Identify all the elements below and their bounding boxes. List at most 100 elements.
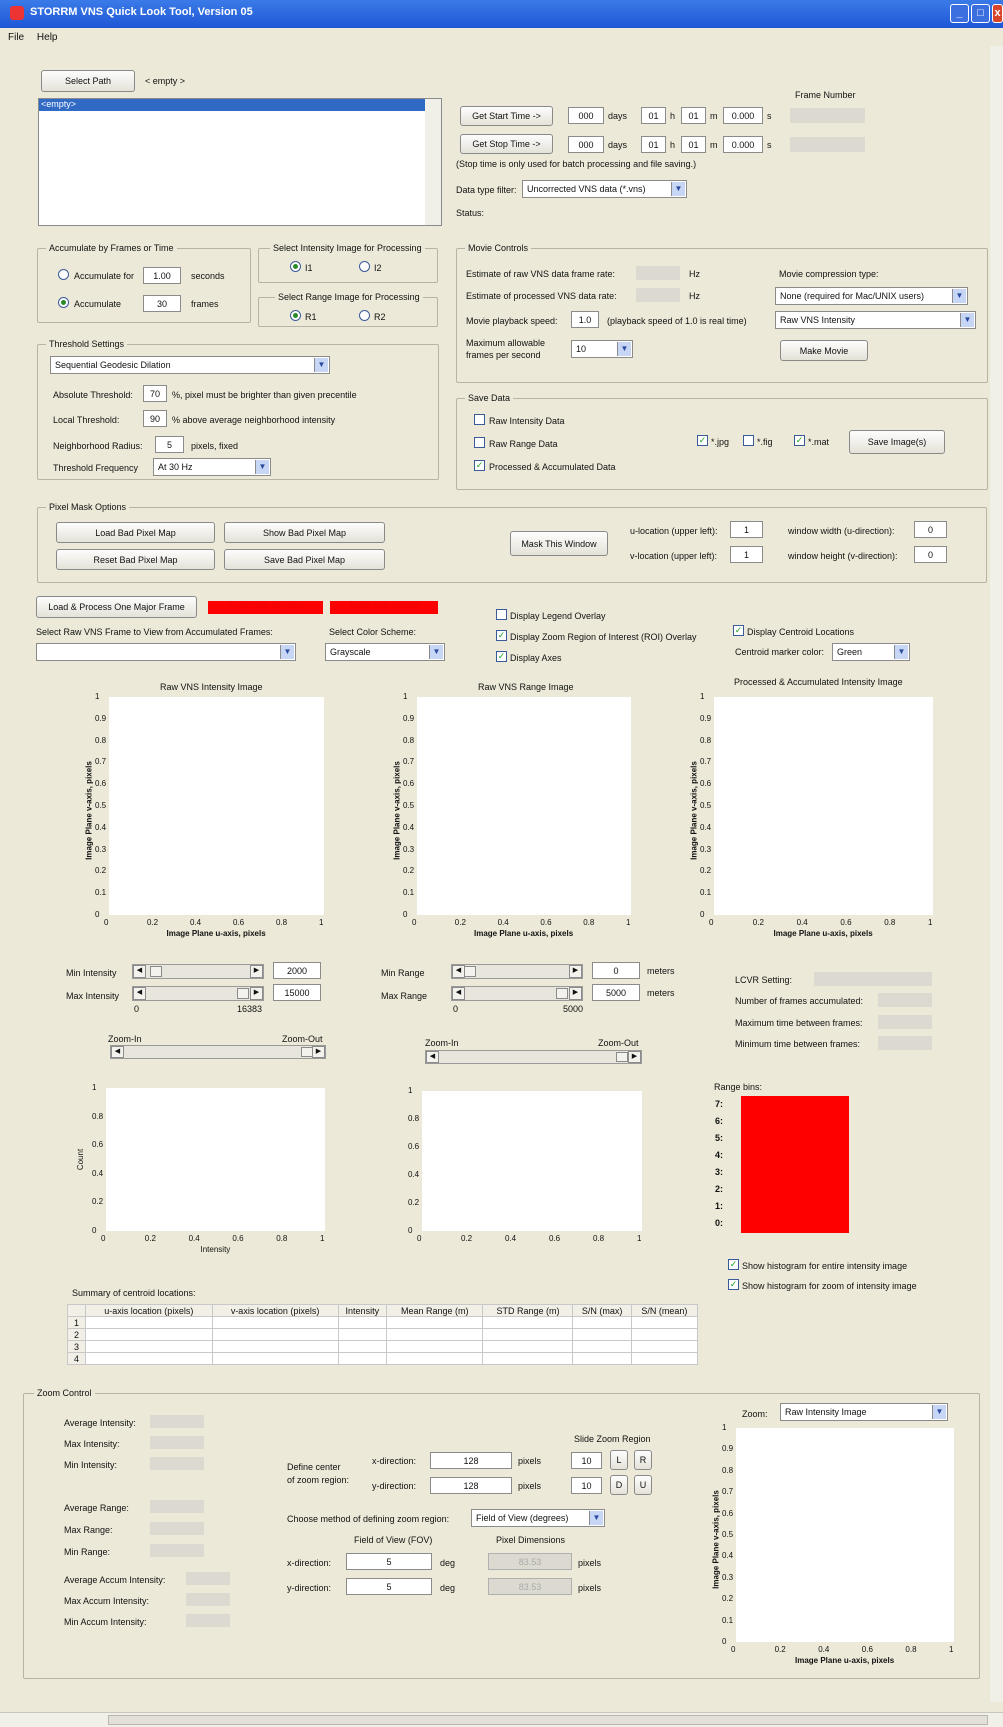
slider-left-arrow[interactable]: ◀: [452, 987, 465, 1000]
load-bad-pixel-map-button[interactable]: Load Bad Pixel Map: [56, 522, 215, 543]
table-cell[interactable]: [211, 1352, 339, 1365]
make-movie-button[interactable]: Make Movie: [780, 340, 868, 361]
range-zoom-slider[interactable]: ◀ ▶: [425, 1050, 642, 1064]
table-cell[interactable]: [211, 1328, 339, 1341]
table-row[interactable]: 3: [67, 1340, 699, 1353]
table-cell[interactable]: [337, 1340, 388, 1353]
max-intensity-slider[interactable]: ◀ ▶: [132, 986, 264, 1001]
start-minutes-input[interactable]: 01: [681, 107, 706, 124]
slider-thumb[interactable]: [237, 988, 249, 999]
playback-speed-input[interactable]: 1.0: [571, 311, 599, 328]
table-cell[interactable]: [482, 1316, 574, 1329]
slide-up-button[interactable]: U: [634, 1475, 652, 1495]
min-intensity-input[interactable]: 2000: [273, 962, 321, 979]
table-cell[interactable]: [482, 1328, 574, 1341]
select-path-button[interactable]: Select Path: [41, 70, 135, 92]
menu-help[interactable]: Help: [37, 32, 58, 43]
table-row[interactable]: 4: [67, 1352, 699, 1365]
mat-checkbox[interactable]: ✓: [794, 435, 805, 446]
zoom-image-plot[interactable]: [736, 1428, 954, 1642]
mask-this-window-button[interactable]: Mask This Window: [510, 531, 608, 556]
max-range-input[interactable]: 5000: [592, 984, 640, 1001]
table-cell[interactable]: [386, 1340, 484, 1353]
slider-left-arrow[interactable]: ◀: [133, 965, 146, 978]
min-intensity-slider[interactable]: ◀ ▶: [132, 964, 264, 979]
slider-right-arrow[interactable]: ▶: [250, 965, 263, 978]
file-list[interactable]: <empty>: [38, 98, 442, 226]
start-hours-input[interactable]: 01: [641, 107, 666, 124]
u-location-input[interactable]: 1: [730, 521, 763, 538]
slider-right-arrow[interactable]: ▶: [569, 987, 582, 1000]
table-cell[interactable]: [85, 1316, 213, 1329]
get-start-time-button[interactable]: Get Start Time ->: [460, 106, 553, 126]
absolute-threshold-input[interactable]: 70: [143, 385, 167, 402]
max-fps-dropdown[interactable]: 10 ▼: [571, 340, 633, 358]
fig-checkbox[interactable]: [743, 435, 754, 446]
table-cell[interactable]: [482, 1352, 574, 1365]
table-cell[interactable]: [211, 1316, 339, 1329]
start-seconds-input[interactable]: 0.000: [723, 107, 763, 124]
zoom-target-dropdown[interactable]: Raw Intensity Image ▼: [780, 1403, 948, 1421]
slider-right-arrow[interactable]: ▶: [250, 987, 263, 1000]
table-row[interactable]: 2: [67, 1328, 699, 1341]
load-process-frame-button[interactable]: Load & Process One Major Frame: [36, 596, 197, 618]
slider-right-arrow[interactable]: ▶: [312, 1046, 325, 1058]
minimize-icon[interactable]: _: [950, 4, 969, 23]
slider-thumb[interactable]: [464, 966, 476, 977]
jpg-checkbox[interactable]: ✓: [697, 435, 708, 446]
table-cell[interactable]: [85, 1352, 213, 1365]
histogram-zoom-checkbox[interactable]: ✓: [728, 1279, 739, 1290]
range-histogram-plot[interactable]: [422, 1091, 642, 1231]
accumulate-frames-input[interactable]: 30: [143, 295, 181, 312]
range-image-plot[interactable]: [417, 697, 631, 915]
list-item[interactable]: <empty>: [39, 99, 425, 111]
histogram-entire-checkbox[interactable]: ✓: [728, 1259, 739, 1270]
table-cell[interactable]: [572, 1340, 632, 1353]
start-days-input[interactable]: 000: [568, 107, 604, 124]
save-images-button[interactable]: Save Image(s): [849, 430, 945, 454]
centroid-summary-table[interactable]: u-axis location (pixels) v-axis location …: [67, 1304, 699, 1365]
threshold-method-dropdown[interactable]: Sequential Geodesic Dilation ▼: [50, 356, 330, 374]
max-intensity-input[interactable]: 15000: [273, 984, 321, 1001]
data-type-filter-dropdown[interactable]: Uncorrected VNS data (*.vns) ▼: [522, 180, 687, 198]
raw-range-checkbox[interactable]: [474, 437, 485, 448]
table-cell[interactable]: [211, 1340, 339, 1353]
slider-left-arrow[interactable]: ◀: [133, 987, 146, 1000]
window-width-input[interactable]: 0: [914, 521, 947, 538]
zoom-method-dropdown[interactable]: Field of View (degrees) ▼: [471, 1509, 605, 1527]
table-row[interactable]: 1: [67, 1316, 699, 1329]
legend-overlay-checkbox[interactable]: [496, 609, 507, 620]
compression-dropdown[interactable]: None (required for Mac/UNIX users) ▼: [775, 287, 968, 305]
centroid-locations-checkbox[interactable]: ✓: [733, 625, 744, 636]
table-cell[interactable]: [386, 1316, 484, 1329]
table-cell[interactable]: [386, 1352, 484, 1365]
processed-checkbox[interactable]: ✓: [474, 460, 485, 471]
fov-y-input[interactable]: 5: [346, 1578, 432, 1595]
slider-right-arrow[interactable]: ▶: [628, 1051, 641, 1063]
slide-step-y-input[interactable]: 10: [571, 1477, 602, 1494]
neighborhood-radius-input[interactable]: 5: [155, 436, 184, 453]
slide-left-button[interactable]: L: [610, 1450, 628, 1470]
processed-image-plot[interactable]: [714, 697, 933, 915]
slider-thumb[interactable]: [556, 988, 568, 999]
table-cell[interactable]: [386, 1328, 484, 1341]
display-axes-checkbox[interactable]: ✓: [496, 651, 507, 662]
maximize-icon[interactable]: □: [971, 4, 990, 23]
scrollbar-thumb[interactable]: [108, 1715, 988, 1725]
stop-days-input[interactable]: 000: [568, 136, 604, 153]
color-scheme-dropdown[interactable]: Grayscale ▼: [325, 643, 445, 661]
table-cell[interactable]: [630, 1328, 699, 1341]
list-scrollbar[interactable]: [425, 99, 441, 225]
table-cell[interactable]: [630, 1340, 699, 1353]
stop-minutes-input[interactable]: 01: [681, 136, 706, 153]
table-cell[interactable]: [572, 1316, 632, 1329]
slide-down-button[interactable]: D: [610, 1475, 628, 1495]
center-x-input[interactable]: 128: [430, 1452, 512, 1469]
close-icon[interactable]: x: [992, 4, 1003, 23]
table-cell[interactable]: [85, 1328, 213, 1341]
table-cell[interactable]: [337, 1316, 388, 1329]
local-threshold-input[interactable]: 90: [143, 410, 167, 427]
slider-right-arrow[interactable]: ▶: [569, 965, 582, 978]
show-bad-pixel-map-button[interactable]: Show Bad Pixel Map: [224, 522, 385, 543]
save-bad-pixel-map-button[interactable]: Save Bad Pixel Map: [224, 549, 385, 570]
